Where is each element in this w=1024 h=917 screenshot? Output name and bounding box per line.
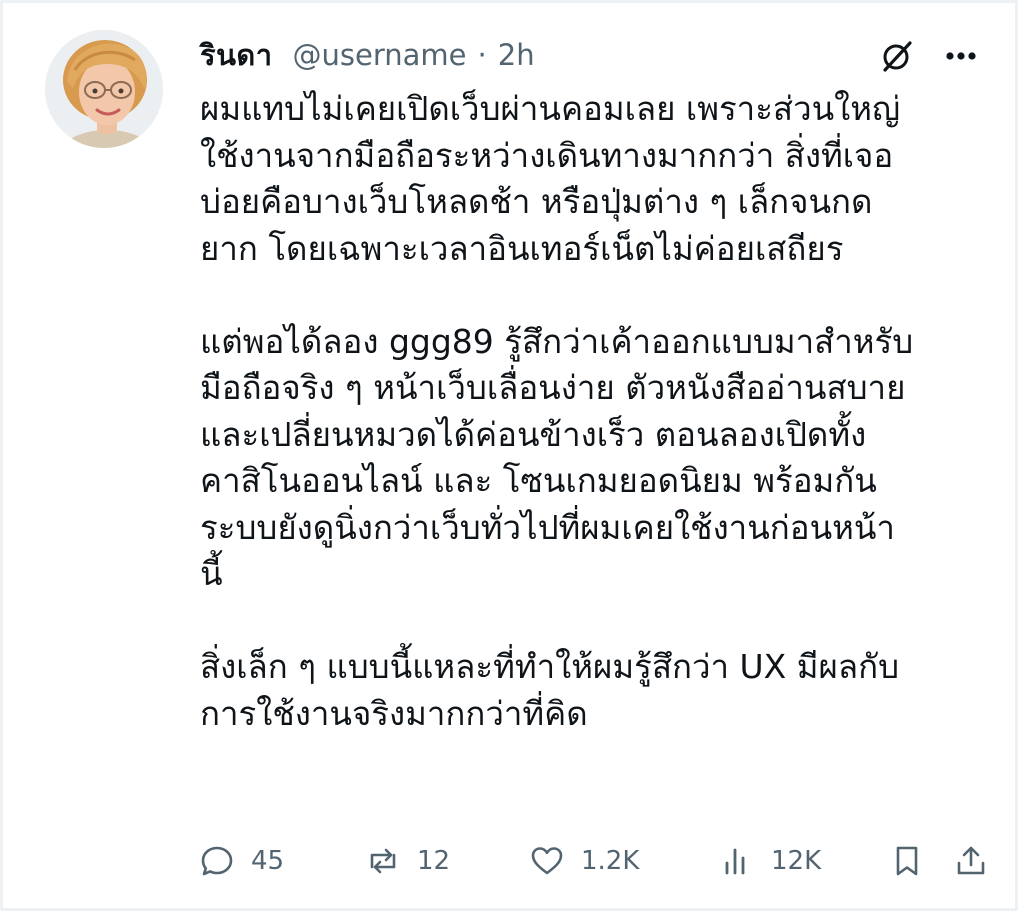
like-icon — [529, 843, 565, 879]
views-button[interactable]: 12K — [719, 839, 821, 883]
share-icon — [953, 843, 989, 879]
text-line: ผมแทบไม่เคยเปิดเว็บผ่านคอมเลย เพราะส่วนใ… — [200, 89, 901, 128]
tweet-card: รินดา @username · 2h ผมแทบไม่เคยเปิดเว็บ… — [0, 0, 1018, 911]
tweet-header: รินดา @username · 2h — [200, 33, 535, 77]
text-line: สิ่งเล็ก ๆ แบบนี้แหละที่ทำให้ผมรู้สึกว่า… — [200, 647, 900, 686]
tweet-paragraph-2: แต่พอได้ลอง ggg89 รู้สึกว่าเค้าออกแบบมาส… — [200, 319, 1000, 598]
text-line: บ่อยคือบางเว็บโหลดช้า หรือปุ่มต่าง ๆ เล็… — [200, 182, 873, 221]
retweet-icon — [365, 843, 401, 879]
tweet-paragraph-1: ผมแทบไม่เคยเปิดเว็บผ่านคอมเลย เพราะส่วนใ… — [200, 86, 1000, 272]
tweet-paragraph-3: สิ่งเล็ก ๆ แบบนี้แหละที่ทำให้ผมรู้สึกว่า… — [200, 644, 1000, 737]
text-line: ระบบยังดูนิ่งกว่าเว็บทั่วไปที่ผมเคยใช้งา… — [200, 507, 895, 547]
display-name[interactable]: รินดา — [200, 32, 273, 78]
avatar-image — [45, 30, 163, 148]
text-line: แต่พอได้ลอง ggg89 รู้สึกว่าเค้าออกแบบมาส… — [200, 321, 914, 361]
like-button[interactable]: 1.2K — [529, 839, 639, 883]
views-count: 12K — [771, 846, 822, 876]
post-time[interactable]: 2h — [498, 38, 535, 72]
retweet-count: 12 — [417, 846, 451, 876]
share-button[interactable] — [953, 839, 989, 883]
text-line: นี้ — [200, 554, 223, 593]
retweet-button[interactable]: 12 — [365, 839, 450, 883]
like-count: 1.2K — [581, 846, 640, 876]
separator-dot: · — [477, 38, 487, 72]
text-line: การใช้งานจริงมากกว่าที่คิด — [200, 693, 588, 733]
bookmark-button[interactable] — [889, 839, 925, 883]
header-actions — [879, 38, 979, 74]
text-line: ใช้งานจากมือถือระหว่างเดินทางมากกว่า สิ่… — [200, 135, 894, 175]
reply-icon — [199, 843, 235, 879]
tweet-text: ผมแทบไม่เคยเปิดเว็บผ่านคอมเลย เพราะส่วนใ… — [200, 86, 1000, 737]
avatar[interactable] — [45, 30, 163, 148]
text-line: มือถือจริง ๆ หน้าเว็บเลื่อนง่าย ตัวหนังส… — [200, 368, 906, 407]
reply-button[interactable]: 45 — [199, 839, 284, 883]
bookmark-icon — [889, 843, 925, 879]
text-line: คาสิโนออนไลน์ และ โซนเกมยอดนิยม พร้อมกัน — [200, 461, 877, 500]
tweet-actions-bar: 45 12 1.2K 12K — [199, 839, 989, 883]
grok-icon[interactable] — [879, 38, 915, 74]
views-icon — [719, 843, 755, 879]
more-icon[interactable] — [943, 38, 979, 74]
user-handle[interactable]: @username — [293, 38, 467, 72]
text-line: และเปลี่ยนหมวดได้ค่อนข้างเร็ว ตอนลองเปิด… — [200, 414, 867, 454]
text-line: ยาก โดยเฉพาะเวลาอินเทอร์เน็ตไม่ค่อยเสถีย… — [200, 228, 844, 268]
reply-count: 45 — [251, 846, 285, 876]
